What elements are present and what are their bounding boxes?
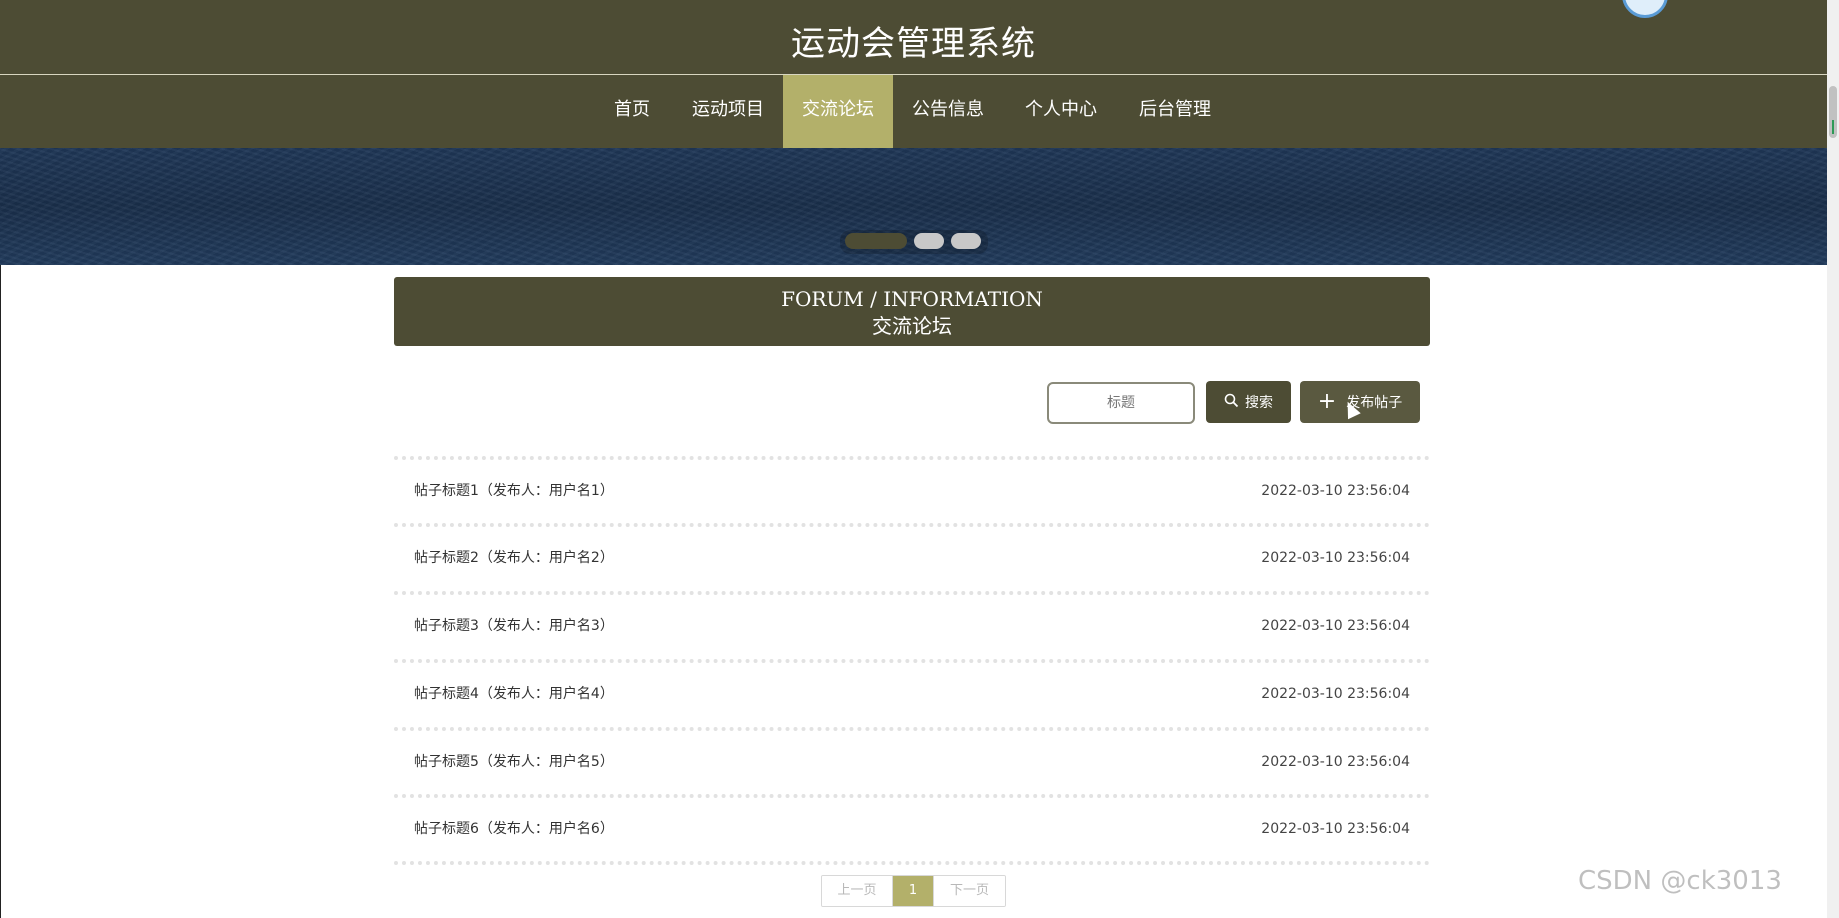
post-row[interactable]: 帖子标题2（发布人：用户名2） 2022-03-10 23:56:04	[394, 526, 1430, 590]
new-post-button[interactable]: + 发布帖子	[1300, 381, 1420, 423]
banner-carousel	[0, 148, 1827, 265]
carousel-dot[interactable]	[951, 233, 981, 249]
post-title[interactable]: 帖子标题4（发布人：用户名4）	[414, 662, 614, 726]
post-row[interactable]: 帖子标题5（发布人：用户名5） 2022-03-10 23:56:04	[394, 730, 1430, 794]
page-scrollbar[interactable]	[1827, 0, 1839, 918]
search-button-label: 搜索	[1245, 395, 1273, 411]
post-row[interactable]: 帖子标题6（发布人：用户名6） 2022-03-10 23:56:04	[394, 797, 1430, 861]
nav-item-sports-events[interactable]: 运动项目	[680, 75, 776, 148]
nav-item-admin[interactable]: 后台管理	[1127, 75, 1223, 148]
main-nav: 首页 运动项目 交流论坛 公告信息 个人中心 后台管理	[0, 75, 1827, 148]
post-row[interactable]: 帖子标题1（发布人：用户名1） 2022-03-10 23:56:04	[394, 459, 1430, 523]
site-header: 运动会管理系统	[0, 0, 1827, 75]
next-page-button[interactable]: 下一页	[933, 876, 1005, 906]
carousel-dot[interactable]	[914, 233, 944, 249]
post-title[interactable]: 帖子标题6（发布人：用户名6）	[414, 797, 614, 861]
carousel-dot-active[interactable]	[845, 233, 907, 249]
nav-item-forum[interactable]: 交流论坛	[783, 75, 893, 148]
post-row[interactable]: 帖子标题4（发布人：用户名4） 2022-03-10 23:56:04	[394, 662, 1430, 726]
divider	[394, 861, 1430, 865]
post-title[interactable]: 帖子标题1（发布人：用户名1）	[414, 459, 614, 523]
post-time: 2022-03-10 23:56:04	[1261, 550, 1410, 566]
post-row[interactable]: 帖子标题3（发布人：用户名3） 2022-03-10 23:56:04	[394, 594, 1430, 658]
watermark: CSDN @ck3013	[1578, 866, 1782, 896]
post-title[interactable]: 帖子标题3（发布人：用户名3）	[414, 594, 614, 658]
post-title[interactable]: 帖子标题5（发布人：用户名5）	[414, 730, 614, 794]
nav-item-home[interactable]: 首页	[592, 75, 672, 148]
prev-page-button[interactable]: 上一页	[822, 876, 893, 906]
post-time: 2022-03-10 23:56:04	[1261, 483, 1410, 499]
post-time: 2022-03-10 23:56:04	[1261, 821, 1410, 837]
section-title-cn: 交流论坛	[872, 314, 952, 338]
scroll-position-marker	[1832, 120, 1834, 134]
post-time: 2022-03-10 23:56:04	[1261, 618, 1410, 634]
section-header: FORUM / INFORMATION 交流论坛	[394, 277, 1430, 346]
pagination: 上一页 1 下一页	[821, 875, 1006, 907]
post-title[interactable]: 帖子标题2（发布人：用户名2）	[414, 526, 614, 590]
plus-icon: +	[1317, 389, 1337, 414]
nav-item-personal-center[interactable]: 个人中心	[1013, 75, 1109, 148]
search-button[interactable]: 搜索	[1206, 381, 1291, 423]
post-time: 2022-03-10 23:56:04	[1261, 686, 1410, 702]
site-title: 运动会管理系统	[791, 24, 1036, 64]
nav-item-announcements[interactable]: 公告信息	[900, 75, 996, 148]
search-input[interactable]	[1047, 382, 1195, 424]
post-time: 2022-03-10 23:56:04	[1261, 754, 1410, 770]
section-title-en: FORUM / INFORMATION	[781, 287, 1043, 311]
search-icon	[1224, 393, 1239, 412]
page-number-current[interactable]: 1	[893, 876, 933, 906]
